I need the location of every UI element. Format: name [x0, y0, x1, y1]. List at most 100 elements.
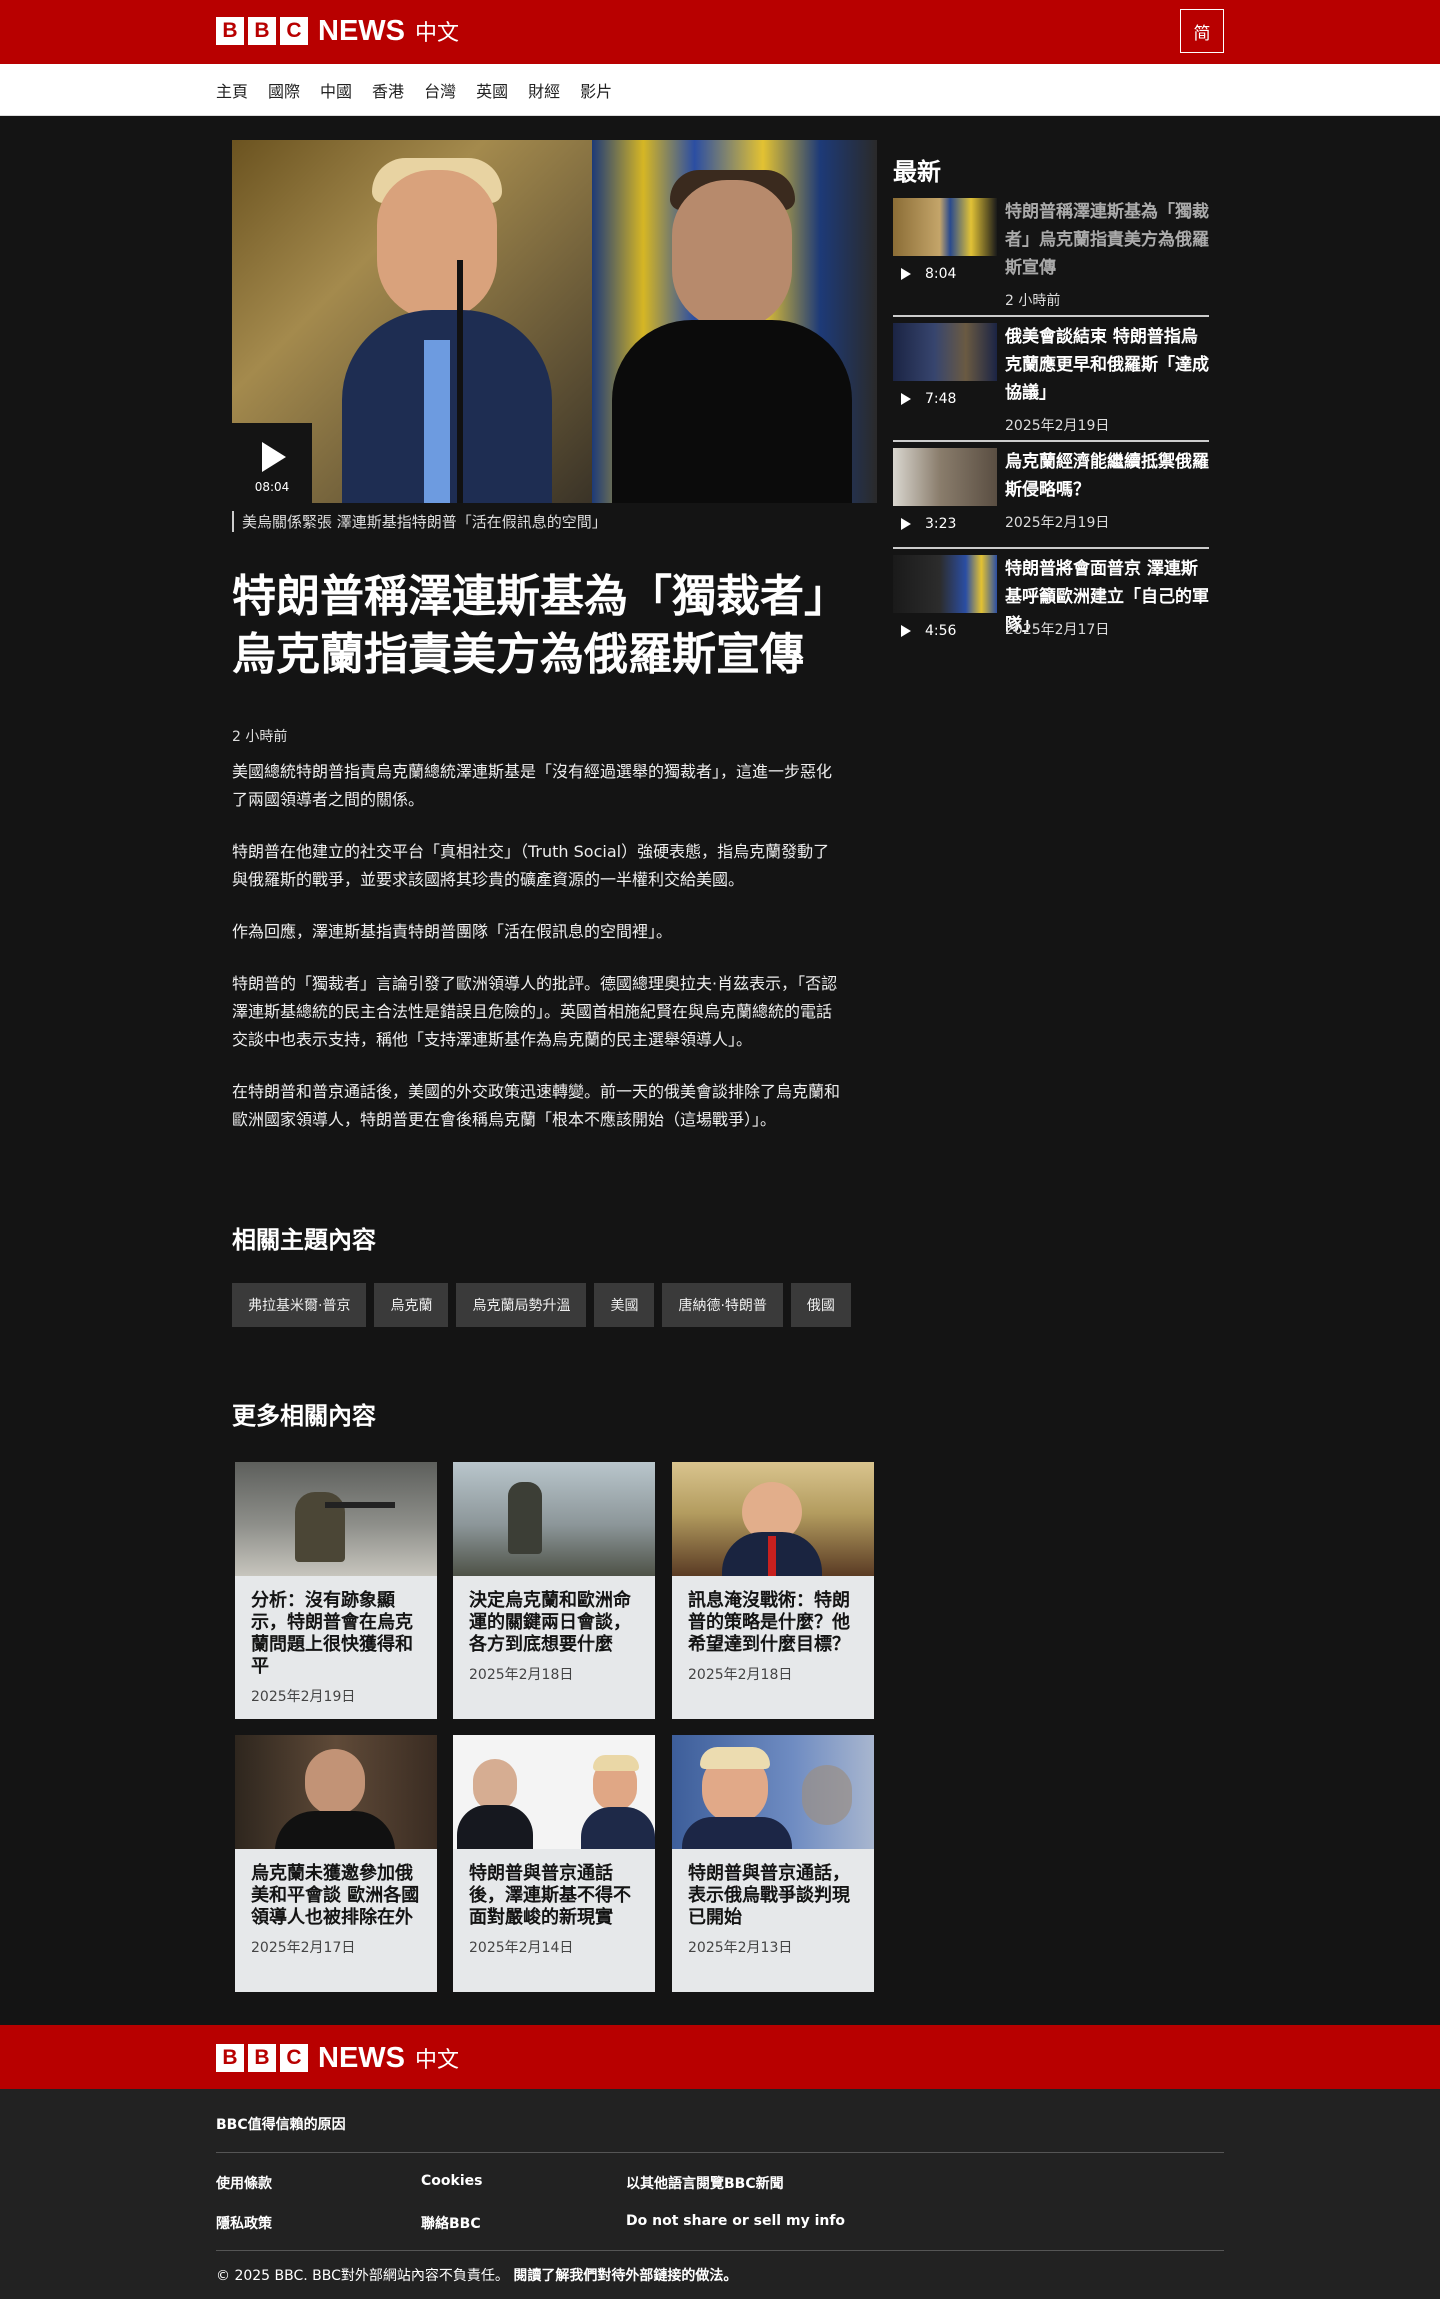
latest-item[interactable]: 8:04 特朗普稱澤連斯基為「獨裁者」烏克蘭指責美方為俄羅斯宣傳 2 小時前: [893, 198, 1209, 313]
footer-trust-link[interactable]: BBC值得信賴的原因: [216, 2114, 346, 2134]
latest-item-thumbnail: [893, 555, 997, 613]
related-card[interactable]: 特朗普與普京通話後，澤連斯基不得不面對嚴峻的新現實 2025年2月14日: [453, 1735, 655, 1992]
hero-figure-suit-2: [612, 320, 852, 503]
footer-link-other-languages[interactable]: 以其他語言閱覽BBC新聞: [626, 2173, 784, 2193]
related-card-image: [235, 1735, 437, 1849]
latest-divider: [893, 315, 1209, 317]
footer-link-terms[interactable]: 使用條款: [216, 2173, 272, 2193]
hero-caption: 美烏關係緊張 澤連斯基指特朗普「活在假訊息的空間」: [232, 511, 607, 532]
latest-title: 最新: [893, 158, 941, 186]
latest-item-title: 俄美會談結束 特朗普指烏克蘭應更早和俄羅斯「達成協議」: [1005, 327, 1209, 403]
latest-item-play: 3:23: [901, 516, 971, 532]
related-card-image: [235, 1462, 437, 1576]
article-paragraph: 在特朗普和普京通話後，美國的外交政策迅速轉變。前一天的俄美會談排除了烏克蘭和歐洲…: [232, 1082, 841, 1129]
related-topics-title: 相關主題內容: [232, 1226, 376, 1254]
related-card[interactable]: 訊息淹沒戰術：特朗普的策略是什麼？他希望達到什麼目標？ 2025年2月18日: [672, 1462, 874, 1719]
footer-link-do-not-sell[interactable]: Do not share or sell my info: [626, 2213, 845, 2229]
related-card-date: 2025年2月19日: [251, 1689, 356, 1705]
hero-microphone: [457, 260, 463, 503]
hero-play-button[interactable]: 08:04: [232, 423, 312, 503]
topic-tag[interactable]: 烏克蘭局勢升溫: [456, 1283, 587, 1327]
logo-letter-b1: B: [216, 2044, 244, 2072]
related-card-date: 2025年2月18日: [688, 1667, 793, 1683]
latest-item[interactable]: 3:23 烏克蘭經濟能繼續抵禦俄羅斯侵略嗎？ 2025年2月19日: [893, 448, 1209, 535]
footer-bbc-news-logo[interactable]: B B C NEWS 中文: [216, 2041, 460, 2074]
logo-letter-b2: B: [248, 17, 276, 45]
hero-figure-face-1: [377, 170, 497, 320]
latest-item-thumbnail: [893, 448, 997, 506]
latest-item-date: 2025年2月19日: [1005, 515, 1110, 531]
article-headline: 特朗普稱澤連斯基為「獨裁者」 烏克蘭指責美方為俄羅斯宣傳: [232, 571, 848, 680]
related-card[interactable]: 分析：沒有跡象顯示，特朗普會在烏克蘭問題上很快獲得和平 2025年2月19日: [235, 1462, 437, 1719]
footer-copyright-text: © 2025 BBC. BBC對外部網站內容不負責任。: [216, 2268, 509, 2284]
latest-item-duration: 8:04: [925, 266, 957, 282]
nav-item-china[interactable]: 中國: [320, 78, 352, 102]
logo-letter-b2: B: [248, 2044, 276, 2072]
hero-figure-face-2: [672, 180, 792, 330]
play-icon: [901, 625, 911, 637]
latest-item[interactable]: 7:48 俄美會談結束 特朗普指烏克蘭應更早和俄羅斯「達成協議」 2025年2月…: [893, 323, 1209, 438]
logo-language: 中文: [415, 21, 460, 46]
related-card-title: 訊息淹沒戰術：特朗普的策略是什麼？他希望達到什麼目標？: [688, 1590, 850, 1655]
latest-item-duration: 4:56: [925, 623, 957, 639]
top-header: B B C NEWS 中文 简: [0, 0, 1440, 64]
latest-item-date: 2 小時前: [1005, 293, 1061, 309]
latest-item-title: 特朗普稱澤連斯基為「獨裁者」烏克蘭指責美方為俄羅斯宣傳: [1005, 202, 1209, 278]
footer: BBC值得信賴的原因 使用條款 Cookies 以其他語言閱覽BBC新聞 隱私政…: [0, 2089, 1440, 2299]
topic-tag[interactable]: 唐納德·特朗普: [662, 1283, 783, 1327]
related-card-image: [453, 1735, 655, 1849]
footer-brand-bar: B B C NEWS 中文: [0, 2025, 1440, 2089]
play-icon: [901, 518, 911, 530]
latest-item-title: 烏克蘭經濟能繼續抵禦俄羅斯侵略嗎？: [1005, 452, 1209, 500]
hero-video[interactable]: 08:04: [232, 140, 877, 503]
topic-tag[interactable]: 美國: [594, 1283, 655, 1327]
related-card-title: 決定烏克蘭和歐洲命運的關鍵兩日會談，各方到底想要什麼: [469, 1590, 631, 1655]
related-card-date: 2025年2月18日: [469, 1667, 574, 1683]
latest-item-play: 7:48: [901, 391, 971, 407]
related-card-date: 2025年2月14日: [469, 1940, 574, 1956]
topic-tag[interactable]: 烏克蘭: [374, 1283, 449, 1327]
related-card-title: 烏克蘭未獲邀參加俄美和平會談 歐洲各國領導人也被排除在外: [251, 1863, 420, 1928]
related-card-title: 分析：沒有跡象顯示，特朗普會在烏克蘭問題上很快獲得和平: [251, 1590, 413, 1677]
related-topics-list: 弗拉基米爾·普京 烏克蘭 烏克蘭局勢升溫 美國 唐納德·特朗普 俄國: [232, 1283, 859, 1327]
simplified-chinese-button[interactable]: 简: [1180, 9, 1224, 53]
article-paragraph: 作為回應，澤連斯基指責特朗普團隊「活在假訊息的空間裡」。: [232, 922, 673, 941]
nav-item-home[interactable]: 主頁: [216, 78, 248, 102]
latest-item-play: 4:56: [901, 623, 971, 639]
related-card[interactable]: 烏克蘭未獲邀參加俄美和平會談 歐洲各國領導人也被排除在外 2025年2月17日: [235, 1735, 437, 1992]
related-card-title: 特朗普與普京通話，表示俄烏戰爭談判現已開始: [688, 1863, 850, 1928]
hero-figure-tie: [424, 340, 450, 503]
footer-link-contact[interactable]: 聯絡BBC: [421, 2213, 481, 2233]
related-card-image: [672, 1735, 874, 1849]
latest-item[interactable]: 4:56 特朗普將會面普京 澤連斯基呼籲歐洲建立「自己的軍隊」 2025年2月1…: [893, 555, 1209, 645]
nav-item-uk[interactable]: 英國: [476, 78, 508, 102]
nav-item-business[interactable]: 財經: [528, 78, 560, 102]
related-card-image: [453, 1462, 655, 1576]
article-body: 美國總統特朗普指責烏克蘭總統澤連斯基是「沒有經過選舉的獨裁者」，這進一步惡化了兩…: [232, 758, 842, 1158]
more-related-title: 更多相關內容: [232, 1402, 376, 1430]
play-icon: [262, 442, 286, 472]
related-card[interactable]: 決定烏克蘭和歐洲命運的關鍵兩日會談，各方到底想要什麼 2025年2月18日: [453, 1462, 655, 1719]
topic-tag[interactable]: 俄國: [790, 1283, 851, 1327]
nav-item-taiwan[interactable]: 台灣: [424, 78, 456, 102]
footer-external-link[interactable]: 閱讀了解我們對待外部鏈接的做法。: [513, 2268, 737, 2284]
nav-item-hongkong[interactable]: 香港: [372, 78, 404, 102]
footer-copyright: © 2025 BBC. BBC對外部網站內容不負責任。 閱讀了解我們對待外部鏈接…: [216, 2265, 737, 2285]
latest-item-date: 2025年2月17日: [1005, 622, 1110, 638]
footer-link-cookies[interactable]: Cookies: [421, 2173, 482, 2189]
footer-divider: [216, 2152, 1224, 2153]
related-card-image: [672, 1462, 874, 1576]
related-card-date: 2025年2月13日: [688, 1940, 793, 1956]
nav-item-video[interactable]: 影片: [580, 78, 612, 102]
bbc-news-logo[interactable]: B B C NEWS 中文: [216, 14, 460, 47]
logo-news: NEWS: [318, 2041, 405, 2074]
nav-item-world[interactable]: 國際: [268, 78, 300, 102]
logo-news: NEWS: [318, 14, 405, 47]
latest-item-thumbnail: [893, 198, 997, 256]
topic-tag[interactable]: 弗拉基米爾·普京: [232, 1283, 367, 1327]
logo-language: 中文: [415, 2048, 460, 2073]
footer-link-privacy[interactable]: 隱私政策: [216, 2213, 272, 2233]
latest-item-date: 2025年2月19日: [1005, 418, 1110, 434]
related-card[interactable]: 特朗普與普京通話，表示俄烏戰爭談判現已開始 2025年2月13日: [672, 1735, 874, 1992]
latest-item-duration: 7:48: [925, 391, 957, 407]
